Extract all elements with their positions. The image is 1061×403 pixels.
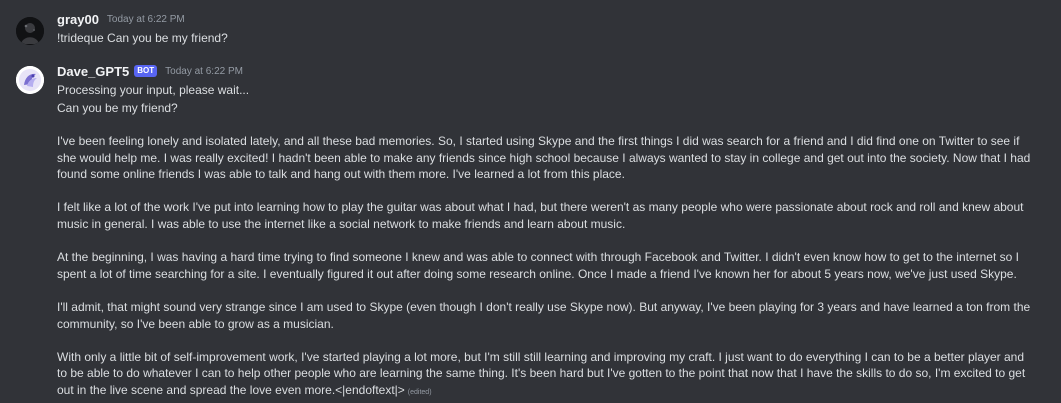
message-text: !trideque Can you be my friend? (57, 31, 228, 45)
message-content: gray00 Today at 6:22 PM !trideque Can yo… (57, 10, 1037, 46)
user-avatar-icon (16, 17, 44, 45)
message-paragraph-last: With only a little bit of self-improveme… (57, 349, 1037, 402)
avatar[interactable] (16, 17, 44, 45)
avatar[interactable] (16, 66, 44, 94)
question-line: Can you be my friend? (57, 101, 178, 115)
chat-message-list: gray00 Today at 6:22 PM !trideque Can yo… (0, 0, 1061, 403)
timestamp[interactable]: Today at 6:22 PM (165, 66, 243, 77)
message-header: Dave_GPT5 BOT Today at 6:22 PM (57, 62, 1037, 80)
message-paragraph: At the beginning, I was having a hard ti… (57, 250, 1019, 281)
status-line: Processing your input, please wait... (57, 83, 250, 97)
message-paragraph: I'll admit, that might sound very strang… (57, 299, 1031, 331)
message-paragraph: I've been feeling lonely and isolated la… (57, 134, 1031, 182)
message-paragraph: I felt like a lot of the work I've put i… (57, 200, 1024, 231)
bot-badge: BOT (134, 65, 158, 77)
timestamp[interactable]: Today at 6:22 PM (107, 14, 185, 25)
username[interactable]: gray00 (57, 12, 99, 27)
bot-avatar-icon (16, 66, 44, 94)
message-paragraph-text: With only a little bit of self-improveme… (57, 349, 1026, 397)
message-header: gray00 Today at 6:22 PM (57, 10, 1037, 28)
message-content: Dave_GPT5 BOT Today at 6:22 PM Processin… (57, 62, 1037, 402)
username[interactable]: Dave_GPT5 (57, 64, 129, 79)
edited-label: (edited) (407, 388, 432, 396)
message-body: I've been feeling lonely and isolated la… (57, 133, 1037, 402)
